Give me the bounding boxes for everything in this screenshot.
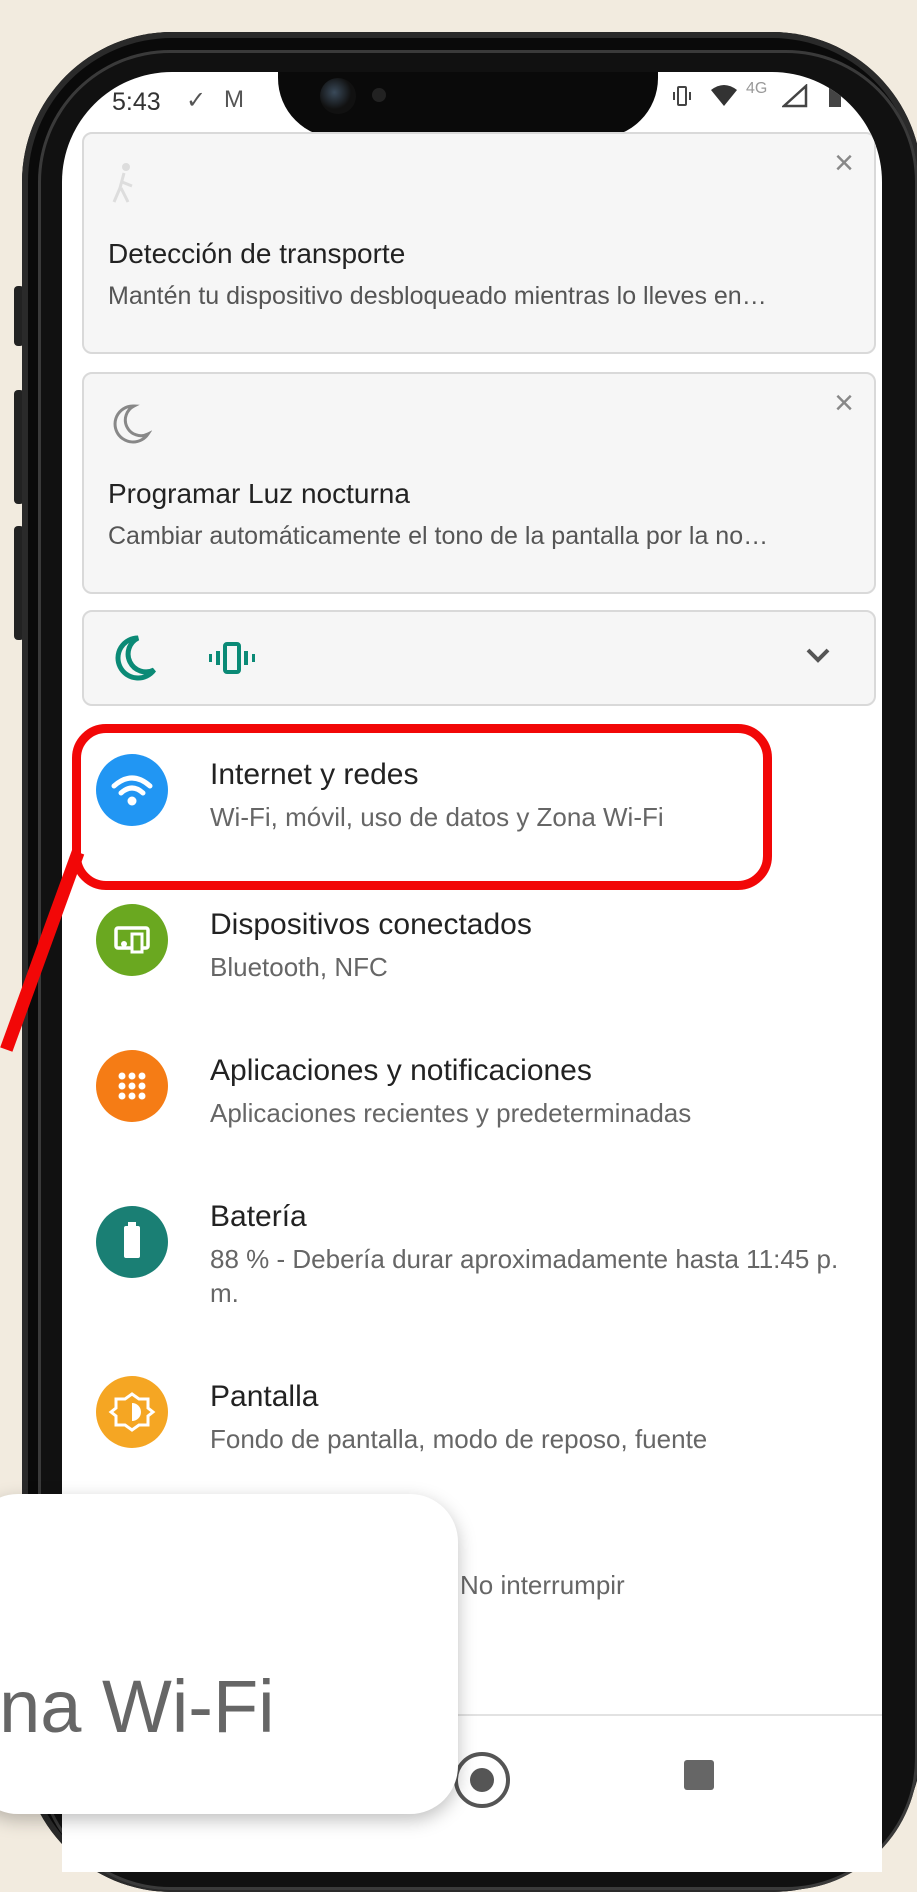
sound-setting-subtitle-partial: No interrumpir (460, 1570, 625, 1600)
vibrate-status-icon (670, 84, 694, 115)
devices-icon (96, 904, 168, 976)
signal-icon (780, 83, 808, 115)
front-camera-icon (320, 78, 356, 114)
zoom-callout-text: ona Wi-Fi (0, 1665, 275, 1748)
close-icon[interactable]: × (834, 384, 854, 423)
highlight-annotation-box (72, 724, 772, 890)
notification-transport-card[interactable]: Detección de transporte Mantén tu dispos… (82, 132, 876, 354)
status-time: 5:43 (112, 88, 161, 116)
settings-item-display[interactable]: Pantalla Fondo de pantalla, modo de repo… (62, 1344, 882, 1474)
zoom-callout-box: ona Wi-Fi (0, 1494, 458, 1814)
chevron-down-icon[interactable] (804, 646, 832, 671)
battery-status-icon (828, 84, 842, 115)
battery-icon (96, 1206, 168, 1278)
setting-subtitle: Bluetooth, NFC (210, 952, 388, 982)
apps-grid-icon (96, 1050, 168, 1122)
setting-title: Dispositivos conectados (210, 908, 532, 941)
notification-title: Detección de transporte (108, 238, 406, 269)
setting-title: Pantalla (210, 1380, 319, 1413)
setting-subtitle: Fondo de pantalla, modo de reposo, fuent… (210, 1424, 708, 1454)
setting-subtitle: 88 % - Debería durar aproximadamente has… (210, 1244, 839, 1308)
home-button-icon[interactable] (454, 1752, 510, 1808)
vibrate-icon (208, 640, 256, 681)
check-circle-icon: ✓ (186, 87, 207, 114)
notification-night-light-card[interactable]: Programar Luz nocturna Cambiar automátic… (82, 372, 876, 594)
setting-subtitle: Aplicaciones recientes y predeterminadas (210, 1098, 692, 1128)
notification-text: Cambiar automáticamente el tono de la pa… (108, 522, 769, 550)
walking-icon (108, 162, 140, 211)
do-not-disturb-moon-icon (110, 634, 158, 687)
moon-icon (108, 402, 153, 451)
settings-item-apps[interactable]: Aplicaciones y notificaciones Aplicacion… (62, 1018, 882, 1148)
wifi-status-icon (710, 84, 738, 115)
conditions-summary-row[interactable] (82, 610, 876, 706)
gmail-icon: M (224, 86, 244, 113)
setting-title: Aplicaciones y notificaciones (210, 1054, 592, 1087)
recent-apps-button-icon[interactable] (684, 1760, 714, 1790)
camera-notch (278, 72, 658, 138)
notification-title: Programar Luz nocturna (108, 478, 410, 509)
network-type-label: 4G (746, 80, 768, 97)
brightness-icon (96, 1376, 168, 1448)
settings-item-battery[interactable]: Batería 88 % - Debería durar aproximadam… (62, 1164, 882, 1324)
sensor-icon (372, 88, 386, 102)
settings-item-connected-devices[interactable]: Dispositivos conectados Bluetooth, NFC (62, 872, 882, 1002)
close-icon[interactable]: × (834, 144, 854, 183)
notification-text: Mantén tu dispositivo desbloqueado mient… (108, 282, 767, 310)
setting-title: Batería (210, 1200, 307, 1233)
